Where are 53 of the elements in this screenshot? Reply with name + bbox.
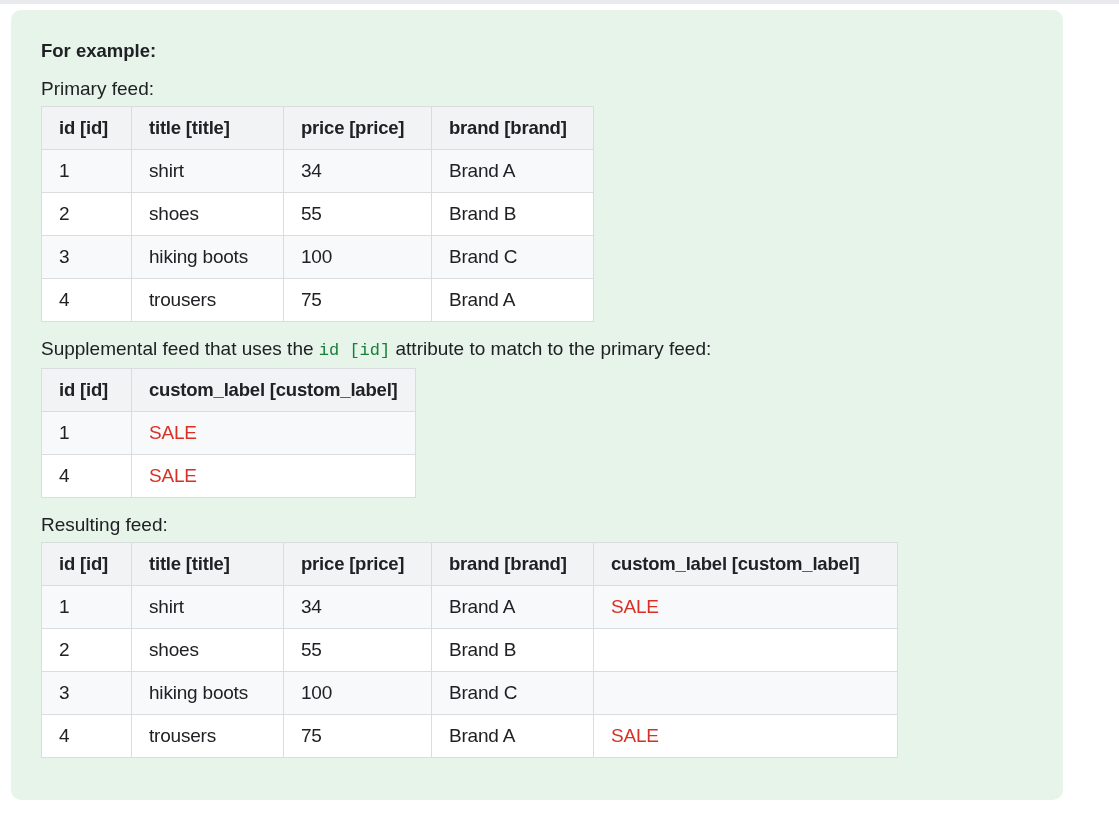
table-cell: SALE [593,714,898,758]
table-cell: SALE [131,411,416,455]
table-cell: 3 [41,235,132,279]
table-cell: 1 [41,149,132,193]
table-cell: SALE [593,585,898,629]
table-cell: Brand A [431,149,594,193]
table-cell: 1 [41,585,132,629]
table-cell: Brand C [431,235,594,279]
column-header: custom_label [custom_label] [593,542,898,586]
table-cell: trousers [131,278,284,322]
table-cell: 55 [283,192,432,236]
table-cell: 55 [283,628,432,672]
table-caption: Resulting feed: [41,513,169,537]
table-cell: Brand A [431,714,594,758]
table-cell: trousers [131,714,284,758]
table-cell: 2 [41,192,132,236]
table-cell: Brand B [431,192,594,236]
table-cell: shirt [131,149,284,193]
table-cell: 3 [41,671,132,715]
table-cell: 75 [283,714,432,758]
table-cell: 34 [283,585,432,629]
column-header: id [id] [41,542,132,586]
column-header: title [title] [131,542,284,586]
table-cell: 100 [283,671,432,715]
table-cell: hiking boots [131,671,284,715]
table-cell: 1 [41,411,132,455]
column-header: custom_label [custom_label] [131,368,416,412]
table-cell: Brand A [431,585,594,629]
table-cell: Brand A [431,278,594,322]
table-cell: SALE [131,454,416,498]
table-cell: Brand B [431,628,594,672]
table-cell: shoes [131,192,284,236]
table-cell: 4 [41,714,132,758]
table-cell: 100 [283,235,432,279]
column-header: price [price] [283,542,432,586]
table-cell: shoes [131,628,284,672]
table-caption: Primary feed: [41,77,155,101]
table-cell: shirt [131,585,284,629]
column-header: id [id] [41,106,132,150]
example-heading: For example: [41,40,158,62]
column-header: price [price] [283,106,432,150]
table-cell: 2 [41,628,132,672]
table-cell: 4 [41,454,132,498]
table-cell: Brand C [431,671,594,715]
column-header: brand [brand] [431,542,594,586]
table-cell: 34 [283,149,432,193]
table-caption: Supplemental feed that uses the id [id] attribute to match to the primary feed: [41,337,713,362]
table-cell: 75 [283,278,432,322]
table-cell: 4 [41,278,132,322]
table-cell: hiking boots [131,235,284,279]
column-header: brand [brand] [431,106,594,150]
column-header: id [id] [41,368,132,412]
column-header: title [title] [131,106,284,150]
